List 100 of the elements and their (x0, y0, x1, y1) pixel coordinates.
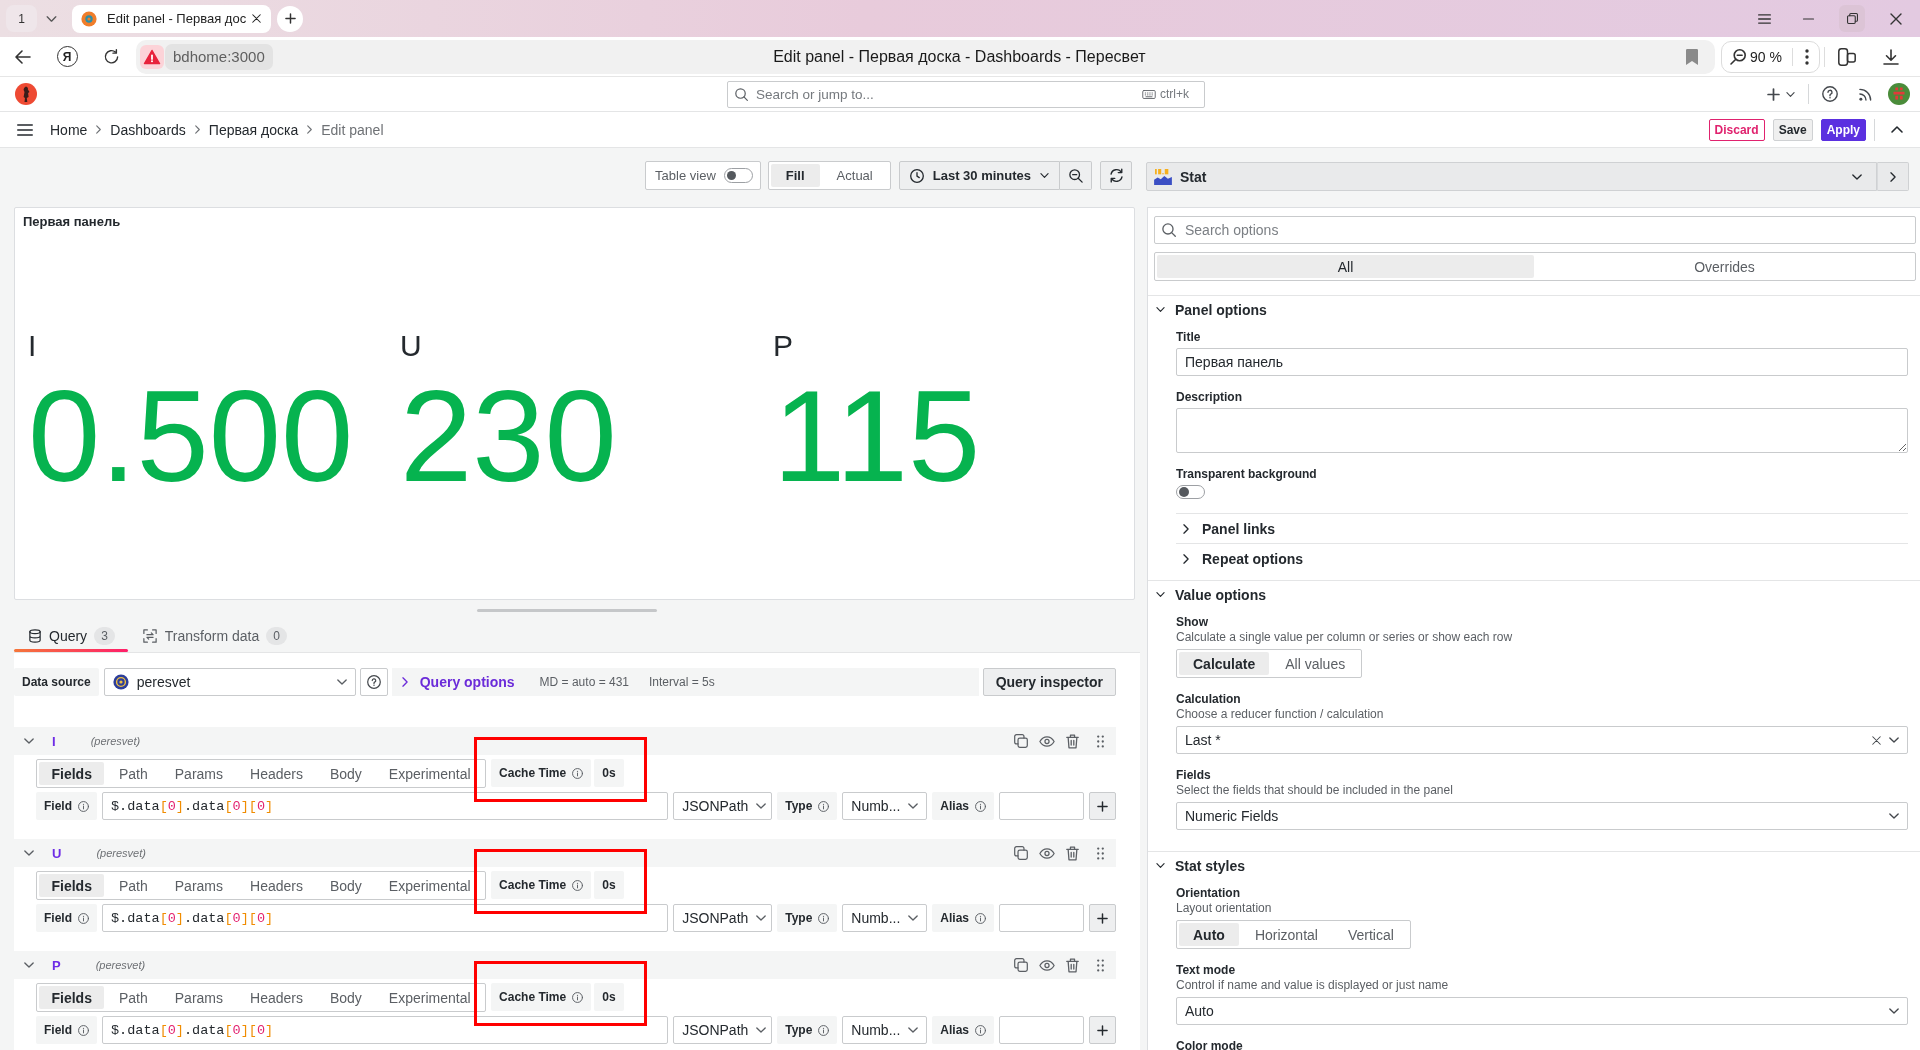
zoom-out-button[interactable] (1060, 161, 1092, 190)
query-tab[interactable]: Experimental (376, 874, 484, 897)
chevron-down-icon[interactable] (24, 850, 34, 856)
query-tab[interactable]: Fields (39, 986, 105, 1009)
address-field[interactable]: bdhome:3000 Edit panel - Первая доска - Dashboards - Пересвет (136, 39, 1715, 74)
query-tab[interactable]: Body (317, 762, 375, 785)
copy-icon[interactable] (1014, 734, 1028, 748)
select-field[interactable]: Auto (1176, 997, 1908, 1025)
chevron-down-icon[interactable] (1786, 91, 1795, 97)
type-select[interactable]: Numb... (842, 1016, 928, 1044)
rss-icon[interactable] (1859, 87, 1872, 101)
input-field[interactable] (999, 792, 1084, 820)
breadcrumb-link[interactable]: Home (50, 121, 88, 138)
query-tab[interactable]: Experimental (376, 986, 484, 1009)
browser-logo-button[interactable]: Я (56, 46, 78, 67)
size-mode-option[interactable]: Actual (821, 164, 888, 187)
logo-icon[interactable] (15, 83, 37, 105)
options-tab[interactable]: Overrides (1536, 255, 1913, 278)
drag-handle-icon[interactable] (1097, 846, 1104, 860)
minimize-icon[interactable] (1802, 17, 1814, 20)
chevron-down-icon[interactable] (24, 738, 34, 744)
query-tab[interactable]: Body (317, 986, 375, 1009)
copy-icon[interactable] (1014, 846, 1028, 860)
toggle-switch[interactable] (723, 168, 753, 183)
trash-icon[interactable] (1066, 845, 1079, 861)
text-input[interactable]: Первая панель (1176, 348, 1908, 376)
save-button[interactable]: Save (1772, 118, 1813, 141)
eye-icon[interactable] (1039, 735, 1055, 747)
editor-tab[interactable]: Query 3 (14, 620, 128, 652)
help-button[interactable] (359, 668, 388, 696)
collapse-button[interactable] (1877, 162, 1909, 191)
add-button[interactable] (1089, 904, 1116, 932)
eye-icon[interactable] (1039, 959, 1055, 971)
discard-button[interactable]: Discard (1708, 118, 1765, 141)
query-inspector-button[interactable]: Query inspector (982, 668, 1116, 696)
radio-option[interactable]: Auto (1179, 923, 1239, 946)
close-icon[interactable] (252, 14, 262, 23)
options-tab[interactable]: All (1157, 255, 1534, 278)
table-view-toggle[interactable]: Table view (645, 161, 761, 190)
clear-icon[interactable] (1872, 735, 1881, 745)
toggle-switch[interactable] (1176, 485, 1205, 499)
query-tab[interactable]: Path (106, 762, 161, 785)
section-header[interactable]: Value options (1148, 581, 1266, 608)
menu-icon[interactable] (17, 123, 33, 136)
input-field[interactable]: $.data[0].data[0][0] (102, 1016, 669, 1044)
section-header[interactable]: Panel options (1148, 296, 1267, 323)
eye-icon[interactable] (1039, 847, 1055, 859)
menu-icon[interactable] (1757, 13, 1771, 24)
select-field[interactable]: Numeric Fields (1176, 802, 1908, 830)
query-tab[interactable]: Path (106, 986, 161, 1009)
section-header[interactable]: Stat styles (1148, 852, 1246, 879)
new-tab-button[interactable] (277, 5, 304, 32)
query-tab[interactable]: Path (106, 874, 161, 897)
chevron-down-icon[interactable] (24, 962, 34, 968)
type-select[interactable]: Numb... (842, 904, 928, 932)
tab-count-button[interactable]: 1 (6, 5, 37, 32)
query-tab[interactable]: Headers (237, 762, 316, 785)
zoom-out-icon[interactable] (1730, 48, 1746, 65)
add-button[interactable] (1089, 792, 1116, 820)
add-button[interactable] (1089, 1016, 1116, 1044)
breadcrumb-link[interactable]: Первая доска (208, 121, 299, 138)
input-field[interactable]: $.data[0].data[0][0] (102, 904, 669, 932)
radio-option[interactable]: Calculate (1179, 652, 1270, 675)
editor-tab[interactable]: Transform data 0 (127, 620, 300, 652)
query-options-toggle[interactable]: Query options (401, 674, 515, 690)
radio-option[interactable]: Horizontal (1240, 923, 1332, 946)
select-field[interactable]: Last * (1176, 726, 1908, 754)
search-field[interactable]: Search options (1154, 216, 1916, 244)
parser-select[interactable]: JSONPath (673, 1016, 773, 1044)
radio-option[interactable]: All values (1271, 652, 1360, 675)
drag-handle-icon[interactable] (1097, 958, 1104, 972)
datasource-select[interactable]: peresvet (103, 668, 356, 696)
type-select[interactable]: Numb... (842, 792, 928, 820)
query-tab[interactable]: Fields (39, 874, 105, 897)
query-tab[interactable]: Body (317, 874, 375, 897)
query-tab[interactable]: Params (162, 986, 236, 1009)
kebab-menu-icon[interactable] (1804, 48, 1809, 65)
trash-icon[interactable] (1066, 733, 1079, 749)
drag-handle-icon[interactable] (1097, 734, 1104, 748)
visualization-select[interactable]: Stat (1146, 162, 1877, 191)
copy-icon[interactable] (1014, 958, 1028, 972)
chevron-up-icon[interactable] (1891, 126, 1903, 133)
reload-icon[interactable] (103, 49, 119, 64)
size-mode-option[interactable]: Fill (770, 164, 820, 187)
query-tab[interactable]: Params (162, 874, 236, 897)
panels-icon[interactable] (1837, 47, 1856, 66)
site-address[interactable]: bdhome:3000 (165, 43, 273, 70)
query-tab[interactable]: Headers (237, 874, 316, 897)
parser-select[interactable]: JSONPath (673, 792, 773, 820)
bookmark-icon[interactable] (1686, 48, 1698, 65)
close-icon[interactable] (1890, 12, 1902, 25)
apply-button[interactable]: Apply (1820, 118, 1866, 141)
input-field[interactable]: $.data[0].data[0][0] (102, 792, 669, 820)
resize-handle[interactable] (476, 608, 657, 612)
query-tab[interactable]: Headers (237, 986, 316, 1009)
trash-icon[interactable] (1066, 957, 1079, 973)
subsection-header[interactable]: Repeat options (1176, 550, 1304, 567)
browser-tab[interactable]: Edit panel - Первая дос (72, 4, 272, 33)
chevron-down-icon[interactable] (45, 15, 57, 22)
parser-select[interactable]: JSONPath (673, 904, 773, 932)
